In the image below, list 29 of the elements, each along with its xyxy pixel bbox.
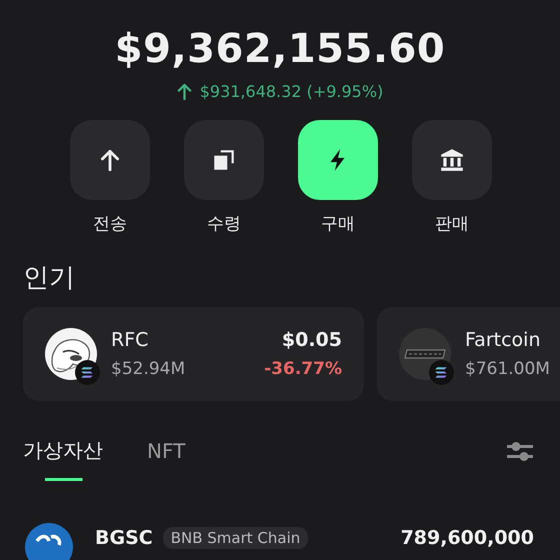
up-arrow-icon [176,83,192,100]
tab[interactable]: 가상자산 [23,437,103,481]
asset-symbol: BGSC [95,527,153,549]
action-button[interactable] [298,120,378,200]
action-label: 수령 [207,213,241,235]
market-cap: $52.94M [111,359,186,379]
tab[interactable]: NFT [147,438,186,480]
price-change: -36.77% [264,359,342,379]
token-card[interactable]: Fartcoin $761.00M [377,307,560,401]
action-label: 구매 [321,213,355,235]
bank-icon [439,147,465,173]
action-button[interactable] [412,120,492,200]
chain-badge-icon [75,360,100,385]
filter-icon[interactable] [506,440,534,464]
market-cap: $761.00M [465,359,550,379]
total-balance: $9,362,155.60 [114,25,446,74]
chain-badge-icon [429,360,454,385]
token-logo-icon [25,523,73,560]
token-symbol: RFC [111,329,148,351]
token-price: $0.05 [282,329,342,351]
action-label: 판매 [435,213,469,235]
token-symbol: Fartcoin [465,329,540,351]
token-card[interactable]: RFC $0.05 $52.94M -36.77% [23,307,364,401]
asset-amount: 789,600,000 [400,527,534,549]
balance-change: $931,648.32 (+9.95%) [200,82,384,101]
action-button[interactable] [184,120,264,200]
chain-tag: BNB Smart Chain [162,527,308,549]
action-label: 전송 [93,213,127,235]
section-title: 인기 [22,262,76,295]
